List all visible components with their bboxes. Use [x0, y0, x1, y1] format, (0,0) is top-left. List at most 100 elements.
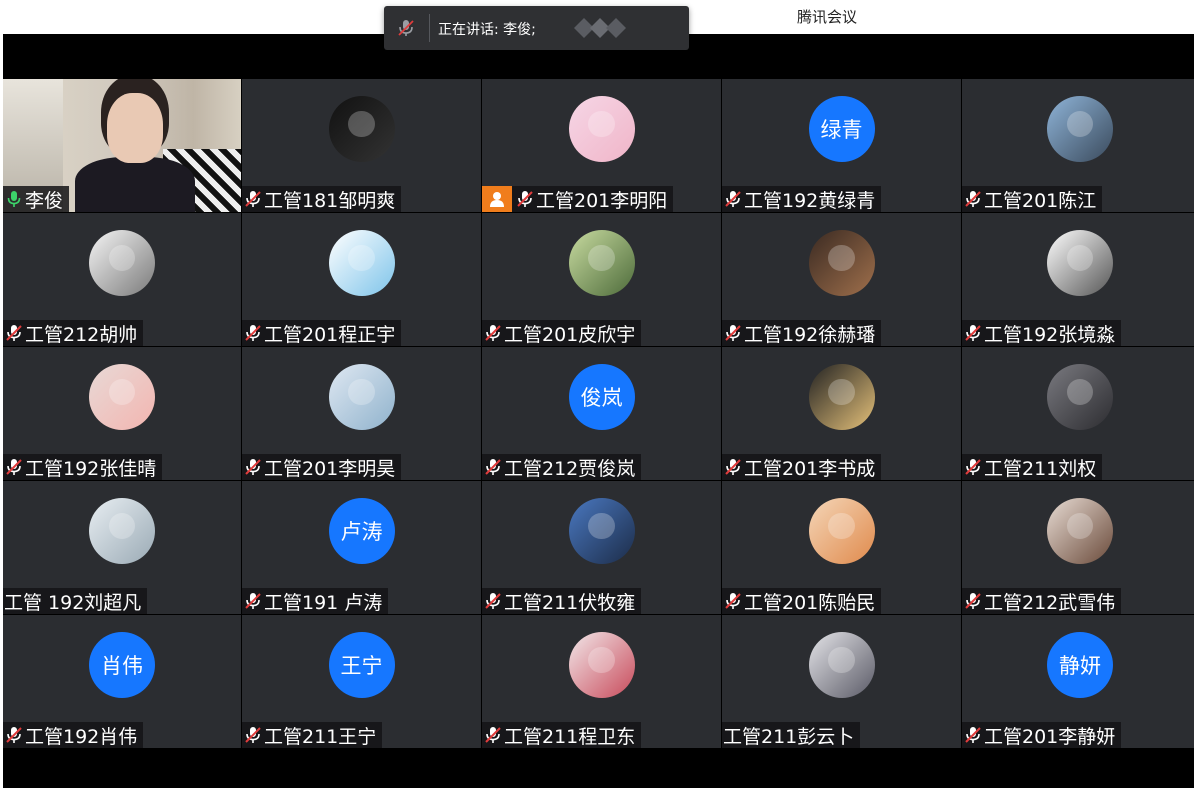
participant-tile[interactable]: 肖伟工管192肖伟: [3, 615, 241, 748]
mic-muted-icon: [243, 725, 263, 745]
avatar-initials: 绿青: [808, 96, 875, 162]
avatar: [1047, 230, 1113, 296]
mic-muted-icon: [963, 323, 983, 343]
participant-name-label: 李俊: [3, 186, 70, 212]
participant-name-label: 工管201陈江: [962, 186, 1103, 212]
mic-muted-icon: [723, 591, 743, 611]
participant-tile[interactable]: 绿青工管192黄绿青: [722, 79, 961, 212]
mic-muted-icon: [243, 591, 263, 611]
participant-tile[interactable]: 王宁 工管211王宁: [242, 615, 481, 748]
mic-muted-icon: [515, 189, 535, 209]
speaking-indicator-popup: 正在讲话: 李俊;: [384, 6, 689, 50]
avatar-initials: 静妍: [1047, 632, 1113, 698]
avatar-initials: 肖伟: [89, 632, 155, 698]
mic-muted-icon: [483, 591, 503, 611]
participant-name-label: 工管 192刘超凡: [3, 588, 148, 614]
participant-tile[interactable]: 工管201李书成: [722, 347, 961, 480]
participant-tile[interactable]: 工管201皮欣宇: [482, 213, 721, 346]
avatar-initials: 俊岚: [568, 364, 635, 430]
mic-muted-icon[interactable]: [396, 18, 416, 38]
mic-muted-icon: [963, 725, 983, 745]
participant-name-label: 工管192肖伟: [3, 722, 144, 748]
participant-name: 工管181邹明爽: [264, 189, 396, 212]
mic-muted-icon: [963, 189, 983, 209]
participant-name-label: 工管201皮欣宇: [482, 320, 642, 346]
participant-tile[interactable]: 工管192徐赫璠: [722, 213, 961, 346]
participant-tile[interactable]: 工管192张境淼: [962, 213, 1194, 346]
participant-name: 工管212胡帅: [25, 323, 138, 346]
participant-name: 工管192肖伟: [25, 725, 138, 748]
mic-muted-icon: [243, 189, 263, 209]
mic-muted-icon: [4, 323, 24, 343]
avatar: [328, 230, 395, 296]
participant-tile[interactable]: 工管211彭云卜: [722, 615, 961, 748]
avatar: [89, 364, 155, 430]
participant-name: 工管211刘权: [984, 457, 1097, 480]
participant-name: 工管192张佳晴: [25, 457, 157, 480]
avatar: [1047, 498, 1113, 564]
participant-tile[interactable]: 俊岚工管212贾俊岚: [482, 347, 721, 480]
avatar: [328, 364, 395, 430]
participant-name: 工管 192刘超凡: [4, 591, 142, 614]
participant-name: 工管201李明昊: [264, 457, 396, 480]
participant-name: 工管201李静妍: [984, 725, 1116, 748]
participant-name: 工管192黄绿青: [744, 189, 876, 212]
participant-name: 工管211伏牧雍: [504, 591, 636, 614]
participant-tile[interactable]: 工管201李明昊: [242, 347, 481, 480]
mic-muted-icon: [4, 725, 24, 745]
participant-name-label: 工管191 卢涛: [242, 588, 389, 614]
participant-tile[interactable]: 工管181邹明爽: [242, 79, 481, 212]
avatar-initials: 卢涛: [328, 498, 395, 564]
participant-tile[interactable]: 工管212胡帅: [3, 213, 241, 346]
audio-wave-icon: [572, 16, 632, 40]
participant-tile[interactable]: 工管201程正宇: [242, 213, 481, 346]
participant-tile[interactable]: 李俊: [3, 79, 241, 212]
participant-tile[interactable]: 工管201陈江: [962, 79, 1194, 212]
participant-tile[interactable]: 卢涛工管191 卢涛: [242, 481, 481, 614]
participant-name: 工管212武雪伟: [984, 591, 1116, 614]
participant-tile[interactable]: 工管201陈贻民: [722, 481, 961, 614]
avatar: [808, 230, 875, 296]
participant-name: 工管212贾俊岚: [504, 457, 636, 480]
popup-divider: [429, 14, 430, 42]
mic-muted-icon: [723, 189, 743, 209]
avatar: [568, 230, 635, 296]
participant-tile[interactable]: 工管211伏牧雍: [482, 481, 721, 614]
participant-name: 工管201程正宇: [264, 323, 396, 346]
meeting-view: 李俊 工管181邹明爽 工管201李明阳 绿青 工管192黄绿青 工管201陈江 工管212…: [3, 34, 1194, 788]
avatar: [808, 364, 875, 430]
participant-tile[interactable]: 工管201李明阳: [482, 79, 721, 212]
participant-name-label: 工管211彭云卜: [722, 722, 861, 748]
participant-tile[interactable]: 工管212武雪伟: [962, 481, 1194, 614]
participant-name: 工管201李书成: [744, 457, 876, 480]
participant-name: 李俊: [25, 189, 64, 212]
participant-tile[interactable]: 工管211程卫东: [482, 615, 721, 748]
avatar: [568, 96, 635, 162]
avatar: [89, 230, 155, 296]
participant-name: 工管192张境淼: [984, 323, 1116, 346]
participant-name-label: 工管192黄绿青: [722, 186, 882, 212]
participant-name: 工管201陈江: [984, 189, 1097, 212]
avatar: [568, 632, 635, 698]
participant-name: 工管201李明阳: [536, 189, 668, 212]
mic-muted-icon: [483, 725, 503, 745]
mic-muted-icon: [4, 457, 24, 477]
participant-name-label: 工管201李书成: [722, 454, 882, 480]
mic-muted-icon: [723, 457, 743, 477]
participant-tile[interactable]: 工管 192刘超凡: [3, 481, 241, 614]
participant-name-label: 工管211程卫东: [482, 722, 642, 748]
participant-tile[interactable]: 工管192张佳晴: [3, 347, 241, 480]
avatar: [89, 498, 155, 564]
participant-tile[interactable]: 工管211刘权: [962, 347, 1194, 480]
participant-name-label: 工管211刘权: [962, 454, 1103, 480]
participant-name-label: 工管201李明昊: [242, 454, 402, 480]
avatar: [1047, 96, 1113, 162]
participant-name: 工管211王宁: [264, 725, 377, 748]
participant-grid: 李俊 工管181邹明爽 工管201李明阳 绿青 工管192黄绿青 工管201陈江 工管212…: [3, 79, 1194, 748]
mic-muted-icon: [483, 323, 503, 343]
participant-name-label: 工管192张佳晴: [3, 454, 163, 480]
mic-muted-icon: [483, 457, 503, 477]
participant-name: 工管201陈贻民: [744, 591, 876, 614]
participant-name: 工管211彭云卜: [723, 725, 855, 748]
participant-tile[interactable]: 静妍工管201李静妍: [962, 615, 1194, 748]
